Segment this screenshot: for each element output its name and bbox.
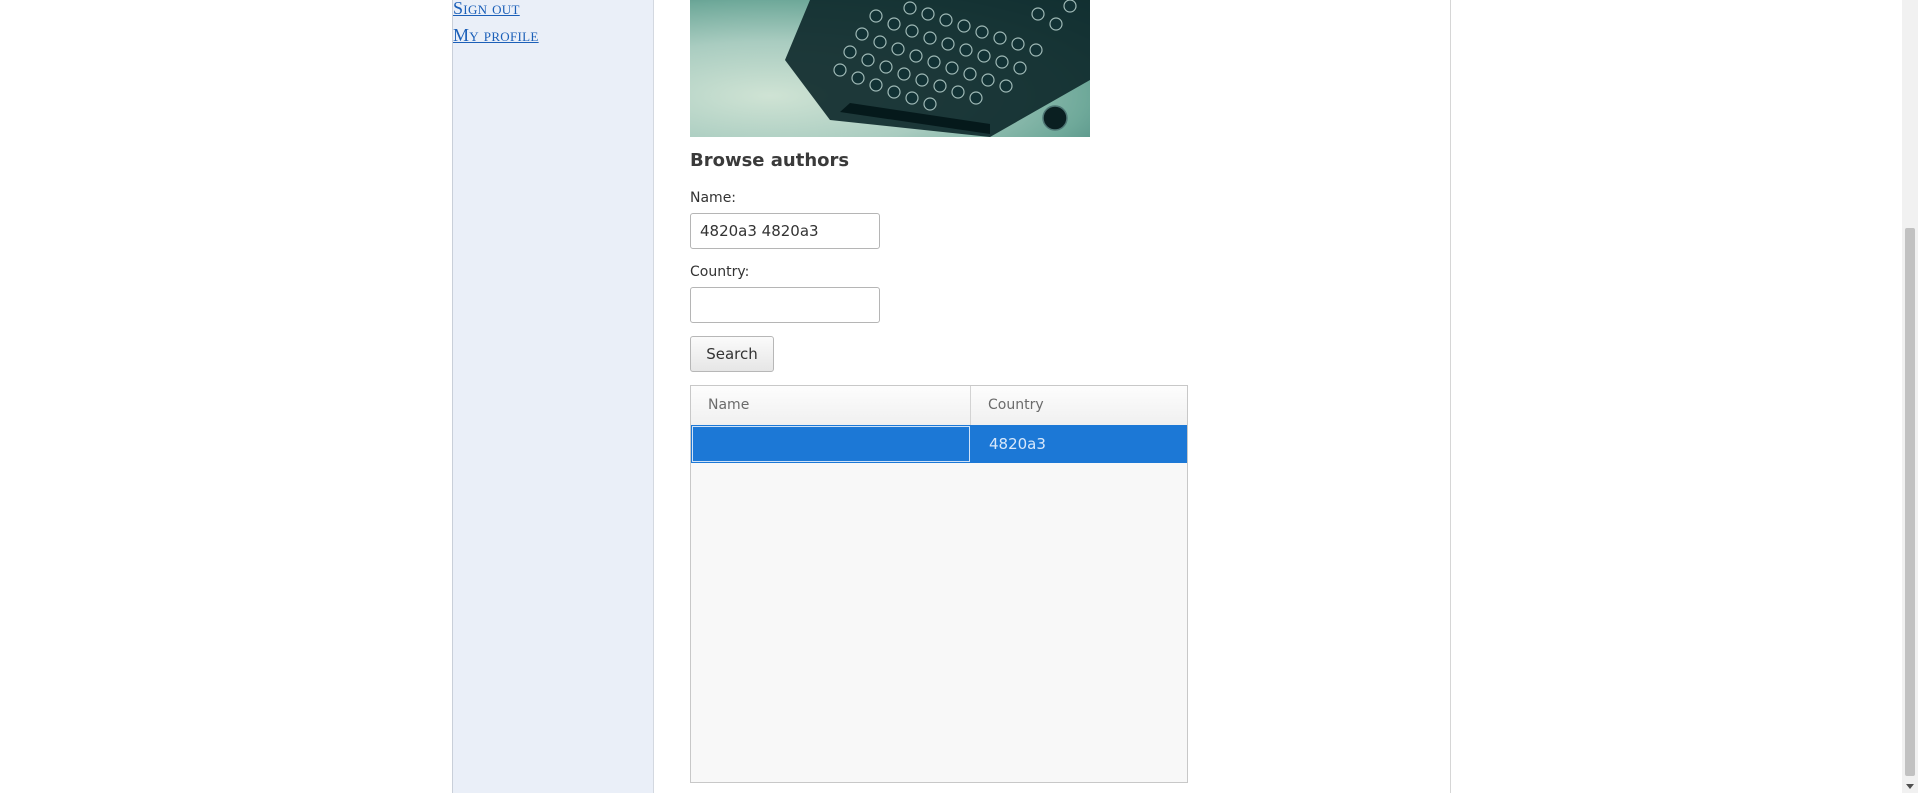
sidebar: Sign out My profile — [452, 0, 654, 793]
scroll-down-icon[interactable] — [1906, 784, 1914, 789]
search-button[interactable]: Search — [690, 336, 774, 372]
column-header-country[interactable]: Country — [971, 386, 1187, 425]
page-title: Browse authors — [690, 150, 850, 171]
author-country-cell[interactable]: 4820a3 — [971, 425, 1187, 463]
country-label: Country: — [690, 264, 750, 280]
my-profile-link[interactable]: My profile — [453, 25, 539, 46]
scrollbar-thumb[interactable] — [1905, 228, 1915, 776]
column-header-name[interactable]: Name — [691, 386, 971, 425]
name-input[interactable] — [690, 213, 880, 249]
sign-out-link[interactable]: Sign out — [453, 0, 520, 19]
authors-results-grid: Name Country 4820a3 — [690, 385, 1188, 783]
typewriter-image — [690, 0, 1090, 137]
content-border — [1450, 0, 1451, 793]
author-name-cell[interactable] — [692, 426, 970, 462]
name-label: Name: — [690, 190, 737, 206]
table-row[interactable]: 4820a3 — [691, 425, 1187, 463]
grid-header: Name Country — [691, 386, 1187, 426]
page-scrollbar[interactable] — [1902, 0, 1918, 793]
country-input[interactable] — [690, 287, 880, 323]
